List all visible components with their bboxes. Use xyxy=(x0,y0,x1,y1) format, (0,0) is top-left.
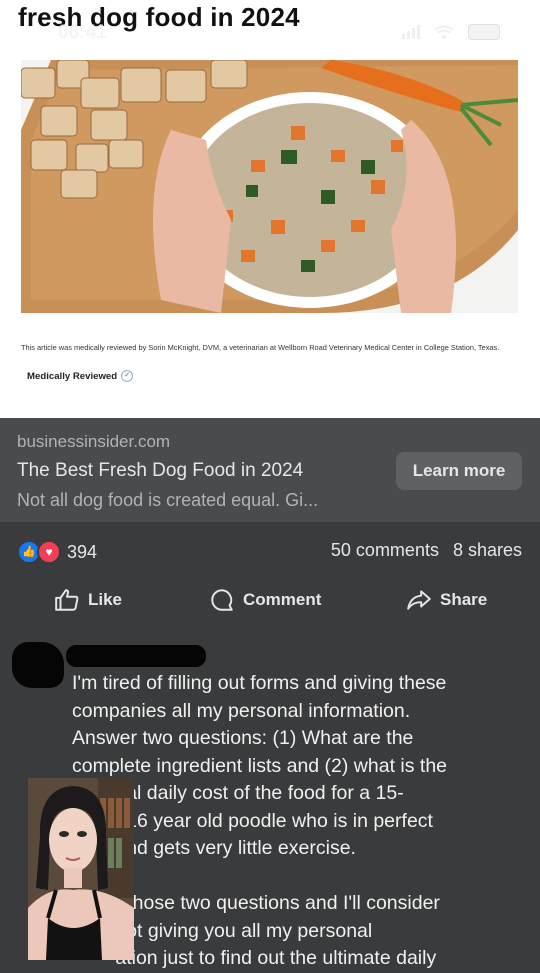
medically-reviewed-label: Medically Reviewed xyxy=(27,370,118,382)
article-caption: This article was medically reviewed by S… xyxy=(21,343,500,352)
link-title[interactable]: The Best Fresh Dog Food in 2024 xyxy=(17,460,303,482)
dog-food-bowl-image xyxy=(21,60,518,313)
love-reaction-icon: ♥ xyxy=(37,540,61,564)
overlay-selfie-image xyxy=(28,778,134,960)
share-button[interactable]: Share xyxy=(406,582,487,618)
thumbs-up-icon xyxy=(55,589,79,611)
comment-text: I'm tired of filling out forms and givin… xyxy=(72,672,448,969)
link-description: Not all dog food is created equal. Gi... xyxy=(17,490,319,510)
status-time: 06:41 xyxy=(58,22,107,43)
comment-icon xyxy=(211,589,233,611)
medically-reviewed-badge: Medically Reviewed ✓ xyxy=(27,370,134,382)
battery-icon xyxy=(468,24,500,40)
comment-label: Comment xyxy=(243,590,322,609)
reactions-summary[interactable]: 👍 ♥ 394 xyxy=(17,540,97,564)
wifi-icon xyxy=(434,25,454,39)
post-stats: 50 comments 8 shares xyxy=(331,540,522,561)
system-icons xyxy=(402,24,500,40)
comments-count[interactable]: 50 comments xyxy=(331,540,439,561)
sponsored-article-area[interactable]: fresh dog food in 2024 06:41 This articl… xyxy=(0,0,540,418)
share-icon xyxy=(407,590,431,610)
share-label: Share xyxy=(440,590,488,609)
like-label: Like xyxy=(88,590,123,609)
check-icon: ✓ xyxy=(121,370,134,382)
shares-count[interactable]: 8 shares xyxy=(453,540,522,561)
status-bar: fresh dog food in 2024 06:41 xyxy=(0,0,540,50)
reaction-count: 394 xyxy=(67,541,98,562)
post-actions: Like Comment Share xyxy=(0,582,540,618)
signal-icon xyxy=(402,25,420,39)
redacted-avatar xyxy=(12,642,64,688)
learn-more-button[interactable]: Learn more xyxy=(396,452,522,490)
link-domain: businessinsider.com xyxy=(17,432,171,451)
like-button[interactable]: Like xyxy=(54,582,122,618)
redacted-username xyxy=(66,645,206,667)
comment-button[interactable]: Comment xyxy=(209,582,321,618)
